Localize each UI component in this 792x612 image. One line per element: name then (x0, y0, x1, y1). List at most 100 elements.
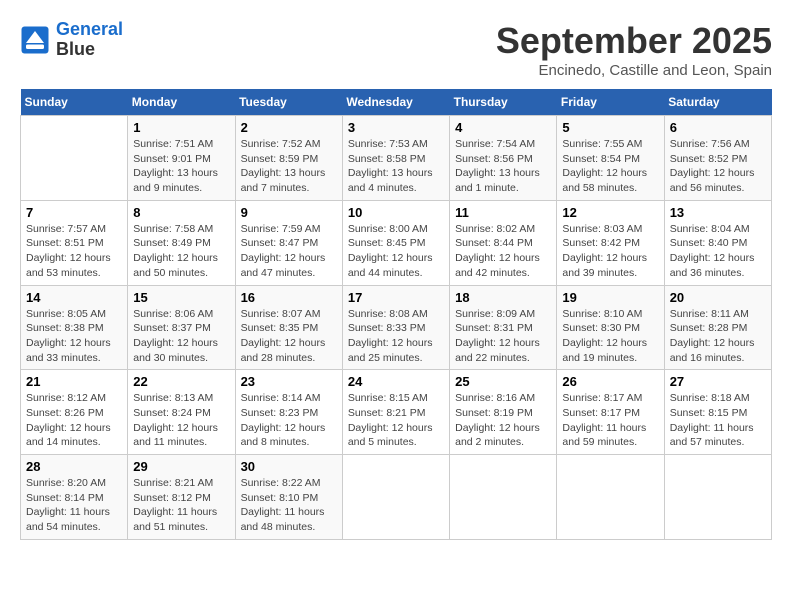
weekday-header: Sunday (21, 89, 128, 116)
day-info: Sunrise: 8:18 AM Sunset: 8:15 PM Dayligh… (670, 391, 766, 450)
calendar-cell: 19Sunrise: 8:10 AM Sunset: 8:30 PM Dayli… (557, 285, 664, 370)
calendar-cell: 8 Sunrise: 7:58 AM Sunset: 8:49 PM Daylig… (128, 200, 235, 285)
day-number: 5 (562, 120, 658, 135)
weekday-header: Tuesday (235, 89, 342, 116)
day-number: 30 (241, 459, 337, 474)
day-info: Sunrise: 8:07 AM Sunset: 8:35 PM Dayligh… (241, 307, 337, 366)
day-info: Sunrise: 8:04 AM Sunset: 8:40 PM Dayligh… (670, 222, 766, 281)
calendar-cell: 6 Sunrise: 7:56 AM Sunset: 8:52 PM Daylig… (664, 116, 771, 201)
logo-text: General Blue (56, 20, 123, 60)
day-info: Sunrise: 8:12 AM Sunset: 8:26 PM Dayligh… (26, 391, 122, 450)
calendar-cell: 18Sunrise: 8:09 AM Sunset: 8:31 PM Dayli… (450, 285, 557, 370)
calendar-body: 1 Sunrise: 7:51 AM Sunset: 9:01 PM Daylig… (21, 116, 772, 540)
day-info: Sunrise: 7:51 AM Sunset: 9:01 PM Dayligh… (133, 137, 229, 196)
day-info: Sunrise: 7:56 AM Sunset: 8:52 PM Dayligh… (670, 137, 766, 196)
day-number: 25 (455, 374, 551, 389)
calendar-cell (450, 455, 557, 540)
day-number: 27 (670, 374, 766, 389)
day-number: 3 (348, 120, 444, 135)
day-number: 6 (670, 120, 766, 135)
day-info: Sunrise: 8:00 AM Sunset: 8:45 PM Dayligh… (348, 222, 444, 281)
calendar-cell: 15Sunrise: 8:06 AM Sunset: 8:37 PM Dayli… (128, 285, 235, 370)
day-number: 7 (26, 205, 122, 220)
day-info: Sunrise: 7:58 AM Sunset: 8:49 PM Dayligh… (133, 222, 229, 281)
weekday-row: SundayMondayTuesdayWednesdayThursdayFrid… (21, 89, 772, 116)
day-number: 2 (241, 120, 337, 135)
calendar-cell: 20Sunrise: 8:11 AM Sunset: 8:28 PM Dayli… (664, 285, 771, 370)
calendar-cell: 28 Sunrise: 8:20 AM Sunset: 8:14 PM Dayli… (21, 455, 128, 540)
calendar-cell: 24 Sunrise: 8:15 AM Sunset: 8:21 PM Dayli… (342, 370, 449, 455)
day-info: Sunrise: 8:10 AM Sunset: 8:30 PM Dayligh… (562, 307, 658, 366)
calendar-cell: 23 Sunrise: 8:14 AM Sunset: 8:23 PM Dayli… (235, 370, 342, 455)
calendar-cell: 1 Sunrise: 7:51 AM Sunset: 9:01 PM Daylig… (128, 116, 235, 201)
logo-line1: General (56, 19, 123, 39)
calendar-cell: 14 Sunrise: 8:05 AM Sunset: 8:38 PM Dayli… (21, 285, 128, 370)
calendar-cell: 17 Sunrise: 8:08 AM Sunset: 8:33 PM Dayli… (342, 285, 449, 370)
logo: General Blue (20, 20, 123, 60)
calendar-cell: 30 Sunrise: 8:22 AM Sunset: 8:10 PM Dayli… (235, 455, 342, 540)
day-info: Sunrise: 8:21 AM Sunset: 8:12 PM Dayligh… (133, 476, 229, 535)
day-number: 26 (562, 374, 658, 389)
calendar-cell (664, 455, 771, 540)
calendar-cell: 7 Sunrise: 7:57 AM Sunset: 8:51 PM Daylig… (21, 200, 128, 285)
day-info: Sunrise: 8:17 AM Sunset: 8:17 PM Dayligh… (562, 391, 658, 450)
calendar-cell: 26 Sunrise: 8:17 AM Sunset: 8:17 PM Dayli… (557, 370, 664, 455)
calendar-cell (342, 455, 449, 540)
logo-line2: Blue (56, 40, 123, 60)
calendar-cell: 16Sunrise: 8:07 AM Sunset: 8:35 PM Dayli… (235, 285, 342, 370)
day-number: 14 (26, 290, 122, 305)
day-info: Sunrise: 8:20 AM Sunset: 8:14 PM Dayligh… (26, 476, 122, 535)
day-number: 1 (133, 120, 229, 135)
day-info: Sunrise: 8:09 AM Sunset: 8:31 PM Dayligh… (455, 307, 551, 366)
calendar-cell (21, 116, 128, 201)
day-number: 8 (133, 205, 229, 220)
title-block: September 2025 Encinedo, Castille and Le… (496, 20, 772, 79)
day-info: Sunrise: 7:54 AM Sunset: 8:56 PM Dayligh… (455, 137, 551, 196)
day-info: Sunrise: 7:57 AM Sunset: 8:51 PM Dayligh… (26, 222, 122, 281)
day-info: Sunrise: 8:03 AM Sunset: 8:42 PM Dayligh… (562, 222, 658, 281)
calendar-cell (557, 455, 664, 540)
calendar-cell: 3Sunrise: 7:53 AM Sunset: 8:58 PM Daylig… (342, 116, 449, 201)
day-number: 12 (562, 205, 658, 220)
calendar-header: SundayMondayTuesdayWednesdayThursdayFrid… (21, 89, 772, 116)
day-number: 22 (133, 374, 229, 389)
calendar-cell: 12 Sunrise: 8:03 AM Sunset: 8:42 PM Dayli… (557, 200, 664, 285)
day-info: Sunrise: 8:05 AM Sunset: 8:38 PM Dayligh… (26, 307, 122, 366)
calendar-cell: 22Sunrise: 8:13 AM Sunset: 8:24 PM Dayli… (128, 370, 235, 455)
weekday-header: Saturday (664, 89, 771, 116)
day-info: Sunrise: 8:06 AM Sunset: 8:37 PM Dayligh… (133, 307, 229, 366)
day-info: Sunrise: 7:55 AM Sunset: 8:54 PM Dayligh… (562, 137, 658, 196)
day-number: 17 (348, 290, 444, 305)
calendar-cell: 10 Sunrise: 8:00 AM Sunset: 8:45 PM Dayli… (342, 200, 449, 285)
day-info: Sunrise: 7:59 AM Sunset: 8:47 PM Dayligh… (241, 222, 337, 281)
weekday-header: Friday (557, 89, 664, 116)
calendar-cell: 2 Sunrise: 7:52 AM Sunset: 8:59 PM Daylig… (235, 116, 342, 201)
calendar-week-row: 14 Sunrise: 8:05 AM Sunset: 8:38 PM Dayli… (21, 285, 772, 370)
calendar-cell: 21 Sunrise: 8:12 AM Sunset: 8:26 PM Dayli… (21, 370, 128, 455)
calendar-cell: 29Sunrise: 8:21 AM Sunset: 8:12 PM Dayli… (128, 455, 235, 540)
day-number: 21 (26, 374, 122, 389)
day-info: Sunrise: 8:15 AM Sunset: 8:21 PM Dayligh… (348, 391, 444, 450)
day-number: 4 (455, 120, 551, 135)
day-info: Sunrise: 8:08 AM Sunset: 8:33 PM Dayligh… (348, 307, 444, 366)
day-info: Sunrise: 8:22 AM Sunset: 8:10 PM Dayligh… (241, 476, 337, 535)
calendar-week-row: 28 Sunrise: 8:20 AM Sunset: 8:14 PM Dayli… (21, 455, 772, 540)
location-title: Encinedo, Castille and Leon, Spain (496, 62, 772, 79)
day-info: Sunrise: 7:52 AM Sunset: 8:59 PM Dayligh… (241, 137, 337, 196)
calendar-cell: 13Sunrise: 8:04 AM Sunset: 8:40 PM Dayli… (664, 200, 771, 285)
day-number: 23 (241, 374, 337, 389)
day-number: 9 (241, 205, 337, 220)
calendar-week-row: 21 Sunrise: 8:12 AM Sunset: 8:26 PM Dayli… (21, 370, 772, 455)
calendar-cell: 11Sunrise: 8:02 AM Sunset: 8:44 PM Dayli… (450, 200, 557, 285)
day-info: Sunrise: 8:14 AM Sunset: 8:23 PM Dayligh… (241, 391, 337, 450)
calendar-cell: 25Sunrise: 8:16 AM Sunset: 8:19 PM Dayli… (450, 370, 557, 455)
logo-icon (20, 25, 50, 55)
day-number: 10 (348, 205, 444, 220)
day-number: 20 (670, 290, 766, 305)
day-info: Sunrise: 8:02 AM Sunset: 8:44 PM Dayligh… (455, 222, 551, 281)
page-header: General Blue September 2025 Encinedo, Ca… (20, 20, 772, 79)
day-number: 28 (26, 459, 122, 474)
weekday-header: Monday (128, 89, 235, 116)
day-number: 24 (348, 374, 444, 389)
calendar-week-row: 1 Sunrise: 7:51 AM Sunset: 9:01 PM Daylig… (21, 116, 772, 201)
